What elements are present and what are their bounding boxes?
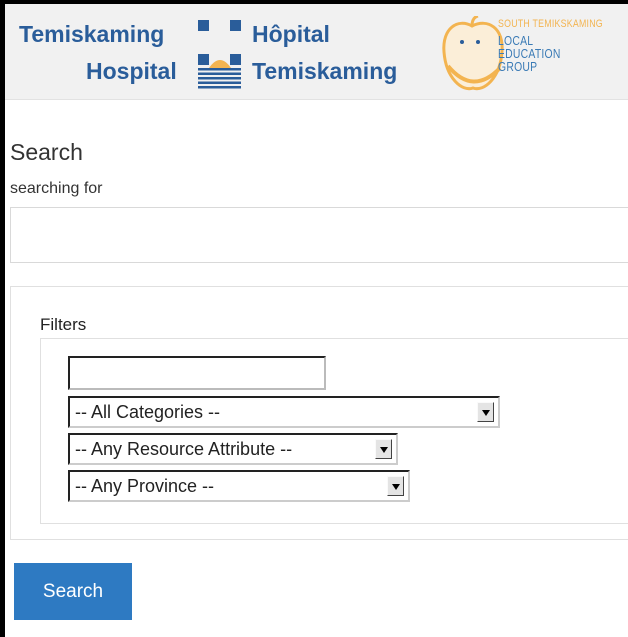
province-select[interactable]: -- Any Province --: [68, 470, 410, 502]
search-heading: Search: [10, 139, 83, 165]
category-select[interactable]: -- All Categories --: [68, 396, 500, 428]
chevron-down-icon[interactable]: [375, 439, 392, 459]
local-education-group-logo: SOUTH TEMIKSKAMING LOCAL EDUCATION GROUP: [438, 16, 618, 100]
window-border-top: [0, 0, 628, 4]
chevron-down-icon[interactable]: [387, 476, 404, 496]
search-query-input[interactable]: [10, 207, 628, 263]
keyword-filter-input[interactable]: [68, 356, 326, 390]
hospital-emblem-icon: [198, 20, 241, 89]
searching-for-label: searching for: [10, 180, 103, 197]
search-button[interactable]: Search: [14, 563, 132, 620]
hospital-name-en-line2: Hospital: [86, 58, 177, 84]
hospital-name-fr-line1: Hôpital: [252, 21, 330, 47]
site-header: Temiskaming Hospital Hôpital Temiskaming: [5, 4, 628, 100]
hospital-name-en-line1: Temiskaming: [19, 21, 165, 47]
filters-label: Filters: [40, 315, 87, 334]
chevron-down-icon[interactable]: [477, 402, 494, 422]
province-select-value: -- Any Province --: [75, 476, 215, 496]
page: Temiskaming Hospital Hôpital Temiskaming: [0, 0, 628, 637]
category-select-value: -- All Categories --: [75, 402, 221, 422]
leg-line1: SOUTH TEMIKSKAMING: [498, 18, 603, 30]
window-border-left: [0, 0, 5, 637]
hospital-name-fr-line2: Temiskaming: [252, 58, 398, 84]
leg-line4: GROUP: [498, 59, 538, 74]
resource-attribute-select[interactable]: -- Any Resource Attribute --: [68, 433, 398, 465]
resource-attribute-select-value: -- Any Resource Attribute --: [75, 439, 293, 459]
